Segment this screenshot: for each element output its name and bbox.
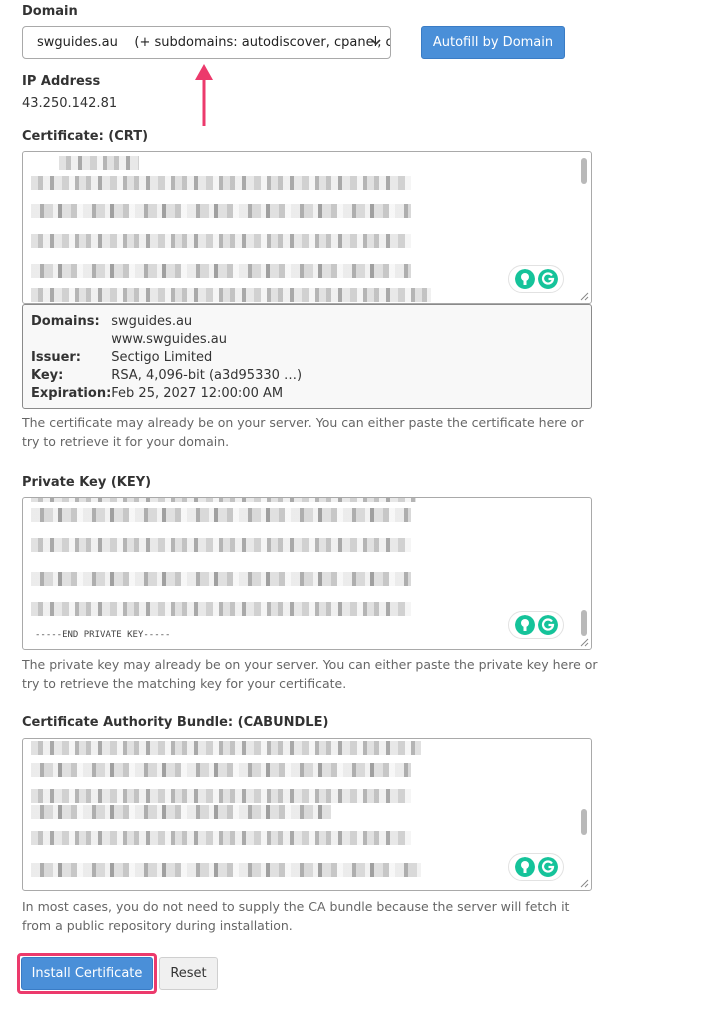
install-button-label: Install Certificate bbox=[31, 966, 143, 981]
resize-handle-icon[interactable] bbox=[579, 878, 589, 888]
certificate-help-text: The certificate may already be on your s… bbox=[22, 415, 584, 449]
resize-handle-icon[interactable] bbox=[579, 637, 589, 647]
grammarly-icon[interactable] bbox=[537, 269, 558, 289]
redacted-text bbox=[31, 863, 421, 877]
grammarly-icon[interactable] bbox=[537, 615, 558, 635]
scrollbar-thumb[interactable] bbox=[581, 158, 587, 184]
expiration-key: Expiration: bbox=[31, 386, 112, 401]
certificate-key: RSA, 4,096-bit (a3d95330 …) bbox=[111, 368, 303, 383]
certificate-expiration: Feb 25, 2027 12:00:00 AM bbox=[111, 386, 284, 401]
redacted-text bbox=[31, 538, 411, 552]
certificate-issuer: Sectigo Limited bbox=[111, 350, 213, 365]
redacted-text bbox=[31, 234, 411, 248]
redacted-text bbox=[31, 763, 411, 777]
certificate-domain: www.swguides.au bbox=[111, 332, 227, 347]
reset-button[interactable]: Reset bbox=[159, 957, 218, 990]
install-certificate-button[interactable]: Install Certificate bbox=[21, 957, 153, 990]
autofill-button-label: Autofill by Domain bbox=[432, 35, 554, 50]
private-key-label: Private Key (KEY) bbox=[22, 475, 152, 490]
domains-key: Domains: bbox=[31, 314, 100, 329]
grammarly-icon[interactable] bbox=[537, 857, 558, 877]
chevron-down-icon bbox=[371, 39, 381, 46]
redacted-text bbox=[31, 288, 431, 302]
certificate-details: Domains: swguides.au www.swguides.au Iss… bbox=[22, 304, 592, 409]
grammarly-hint-icon[interactable] bbox=[514, 269, 535, 289]
redacted-text bbox=[31, 264, 411, 278]
grammarly-widget[interactable] bbox=[508, 265, 564, 293]
grammarly-hint-icon[interactable] bbox=[514, 615, 535, 635]
ip-address-label: IP Address bbox=[22, 74, 101, 89]
redacted-text bbox=[59, 156, 139, 170]
cabundle-help-text: In most cases, you do not need to supply… bbox=[22, 899, 570, 933]
domain-select[interactable]: swguides.au (+ subdomains: autodiscover,… bbox=[22, 26, 391, 59]
reset-button-label: Reset bbox=[170, 966, 207, 981]
scrollbar-thumb[interactable] bbox=[581, 610, 587, 636]
redacted-text bbox=[31, 741, 421, 755]
certificate-domain: swguides.au bbox=[111, 314, 193, 329]
redacted-text bbox=[31, 572, 411, 586]
private-key-end-marker: -----END PRIVATE KEY----- bbox=[35, 630, 171, 640]
private-key-textarea[interactable]: -----END PRIVATE KEY----- bbox=[22, 497, 592, 650]
redacted-text bbox=[31, 831, 411, 845]
grammarly-widget[interactable] bbox=[508, 853, 564, 881]
domain-label: Domain bbox=[22, 4, 78, 19]
redacted-text bbox=[31, 204, 411, 218]
ip-address-value: 43.250.142.81 bbox=[22, 96, 118, 111]
cabundle-label: Certificate Authority Bundle: (CABUNDLE) bbox=[22, 715, 329, 730]
issuer-key: Issuer: bbox=[31, 350, 81, 365]
arrow-up-icon bbox=[195, 64, 213, 126]
redacted-text bbox=[31, 176, 411, 190]
redacted-text bbox=[31, 498, 416, 502]
domain-select-value: swguides.au (+ subdomains: autodiscover,… bbox=[37, 35, 390, 50]
redacted-text bbox=[31, 805, 331, 819]
resize-handle-icon[interactable] bbox=[579, 291, 589, 301]
scrollbar-thumb[interactable] bbox=[581, 809, 587, 835]
redacted-text bbox=[31, 508, 411, 522]
certificate-textarea[interactable] bbox=[22, 151, 592, 304]
cabundle-textarea[interactable] bbox=[22, 738, 592, 891]
private-key-help-text: The private key may already be on your s… bbox=[22, 657, 598, 691]
redacted-text bbox=[31, 602, 411, 616]
grammarly-widget[interactable] bbox=[508, 611, 564, 639]
grammarly-hint-icon[interactable] bbox=[514, 857, 535, 877]
key-key: Key: bbox=[31, 368, 64, 383]
redacted-text bbox=[31, 789, 411, 803]
certificate-label: Certificate: (CRT) bbox=[22, 129, 149, 144]
autofill-by-domain-button[interactable]: Autofill by Domain bbox=[421, 26, 565, 59]
